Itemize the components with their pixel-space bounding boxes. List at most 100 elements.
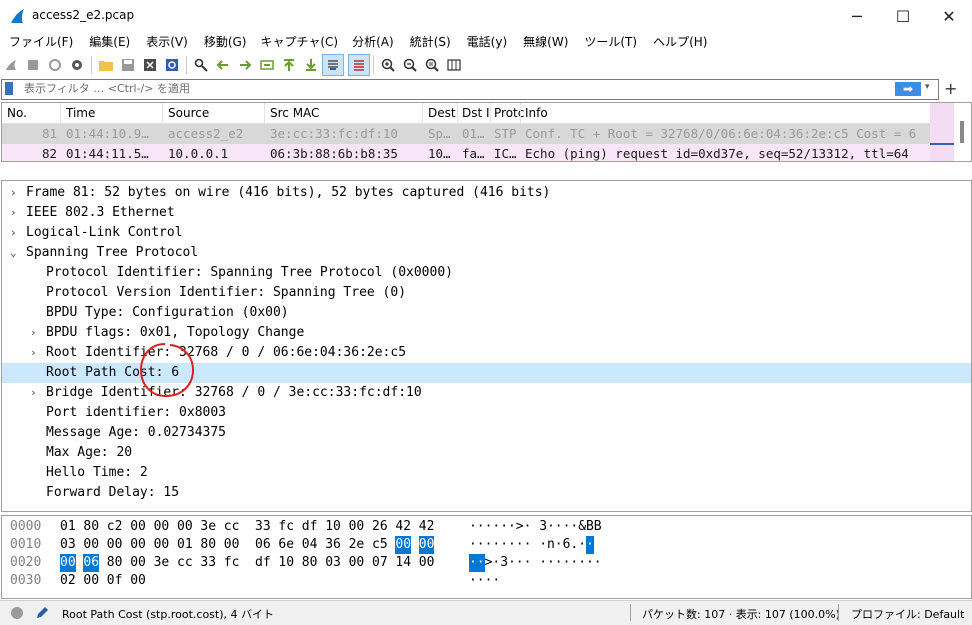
packet-row-81[interactable]: 81 01:44:10.9… access2_e2 3e:cc:33:fc:df… (2, 124, 930, 144)
hex-byte[interactable]: 00 (177, 518, 193, 536)
ascii-char[interactable]: 3 (500, 554, 508, 572)
maximize-button[interactable]: ☐ (880, 0, 926, 32)
hex-byte[interactable]: df (302, 518, 318, 536)
hex-byte[interactable]: 80 (83, 518, 99, 536)
menu-statistics[interactable]: 統計(S) (394, 32, 451, 52)
column-header-src-mac[interactable]: Src MAC (270, 106, 319, 120)
menu-capture[interactable]: キャプチャ(C) (246, 32, 338, 52)
detail-row[interactable]: › BPDU flags: 0x01, Topology Change (2, 323, 971, 343)
hex-byte[interactable]: 42 (419, 518, 435, 536)
ascii-char[interactable]: · (547, 554, 555, 572)
go-last-icon[interactable] (300, 54, 322, 76)
ascii-char[interactable]: · (492, 518, 500, 536)
chevron-right-icon[interactable]: › (10, 183, 17, 203)
detail-row[interactable]: Max Age: 20 (2, 443, 971, 463)
filter-dropdown-icon[interactable]: ▾ (925, 82, 930, 92)
edit-comment-icon[interactable] (34, 605, 50, 621)
hex-byte[interactable]: 00 (83, 536, 99, 554)
menu-go[interactable]: 移動(G) (188, 32, 247, 52)
ascii-char[interactable]: · (586, 554, 594, 572)
column-header-time[interactable]: Time (66, 106, 95, 120)
detail-row[interactable]: Protocol Identifier: Spanning Tree Proto… (2, 263, 971, 283)
hex-byte[interactable]: 42 (395, 518, 411, 536)
ascii-char[interactable]: · (539, 554, 547, 572)
hex-byte[interactable]: 10 (325, 518, 341, 536)
zoom-in-icon[interactable] (377, 54, 399, 76)
ascii-char[interactable]: · (485, 518, 493, 536)
hex-byte[interactable]: 00 (130, 536, 146, 554)
colorize-icon[interactable] (348, 54, 370, 76)
ascii-char[interactable]: · (578, 536, 586, 554)
hex-byte[interactable]: 00 (154, 518, 170, 536)
menu-view[interactable]: 表示(V) (130, 32, 188, 52)
hex-byte[interactable]: 00 (107, 536, 123, 554)
chevron-right-icon[interactable]: › (30, 323, 37, 343)
detail-row[interactable]: › IEEE 802.3 Ethernet (2, 203, 971, 223)
close-button[interactable]: ✕ (926, 0, 972, 32)
hex-byte[interactable]: 00 (154, 536, 170, 554)
resize-columns-icon[interactable] (443, 54, 465, 76)
chevron-right-icon[interactable]: › (10, 203, 17, 223)
go-first-icon[interactable] (278, 54, 300, 76)
ascii-char[interactable]: · (516, 554, 524, 572)
ascii-char[interactable]: · (524, 554, 532, 572)
column-header-no[interactable]: No. (7, 106, 27, 120)
packet-minimap[interactable] (930, 103, 954, 161)
detail-row[interactable]: Message Age: 0.02734375 (2, 423, 971, 443)
ascii-char[interactable]: · (524, 518, 532, 536)
hex-byte[interactable]: 01 (177, 536, 193, 554)
go-forward-icon[interactable] (234, 54, 256, 76)
ascii-char[interactable]: · (492, 572, 500, 590)
ascii-char[interactable]: · (570, 518, 578, 536)
hex-byte[interactable]: cc (177, 554, 193, 572)
bookmark-icon[interactable] (5, 82, 13, 95)
column-divider[interactable] (162, 103, 163, 123)
ascii-char[interactable]: · (555, 536, 563, 554)
ascii-char[interactable]: · (516, 536, 524, 554)
detail-row[interactable]: › Logical-Link Control (2, 223, 971, 243)
detail-row[interactable]: Root Path Cost: 6 (2, 363, 971, 383)
ascii-char[interactable]: · (492, 536, 500, 554)
menu-tools[interactable]: ツール(T) (568, 32, 637, 52)
column-header-dest[interactable]: Dest (428, 106, 456, 120)
detail-row[interactable]: › Root Identifier: 32768 / 0 / 06:6e:04:3… (2, 343, 971, 363)
hex-byte[interactable]: 00 (349, 518, 365, 536)
ascii-char[interactable]: B (586, 518, 594, 536)
hex-byte[interactable]: c2 (107, 518, 123, 536)
column-header-info[interactable]: Info (525, 106, 548, 120)
add-filter-button[interactable]: + (944, 79, 957, 98)
hex-byte[interactable]: 00 (130, 554, 146, 572)
ascii-char[interactable]: · (492, 554, 500, 572)
hex-byte[interactable]: 3e (200, 518, 216, 536)
ascii-char[interactable]: · (563, 554, 571, 572)
restart-capture-icon[interactable] (44, 54, 66, 76)
hex-byte[interactable]: 00 (83, 572, 99, 590)
ascii-char[interactable]: > (485, 554, 493, 572)
menu-edit[interactable]: 編集(E) (73, 32, 130, 52)
hex-byte[interactable]: 26 (372, 518, 388, 536)
hex-byte[interactable]: 80 (302, 554, 318, 572)
ascii-char[interactable]: & (578, 518, 586, 536)
hex-byte[interactable]: df (255, 554, 271, 572)
hex-byte[interactable]: 0f (107, 572, 123, 590)
ascii-char[interactable]: · (469, 554, 477, 572)
ascii-char[interactable]: · (469, 536, 477, 554)
detail-row[interactable]: Port identifier: 0x8003 (2, 403, 971, 423)
chevron-right-icon[interactable]: › (10, 223, 17, 243)
hex-byte[interactable]: 01 (60, 518, 76, 536)
chevron-right-icon[interactable]: › (30, 343, 37, 363)
hex-byte[interactable]: 80 (200, 536, 216, 554)
hex-byte[interactable]: 80 (107, 554, 123, 572)
hex-byte[interactable]: 10 (278, 554, 294, 572)
detail-row[interactable]: › Bridge Identifier: 32768 / 0 / 3e:cc:33… (2, 383, 971, 403)
menu-analyze[interactable]: 分析(A) (338, 32, 394, 52)
hex-byte[interactable]: 00 (60, 554, 76, 572)
minimize-button[interactable]: ─ (834, 0, 880, 32)
column-divider[interactable] (422, 103, 423, 123)
column-divider[interactable] (60, 103, 61, 123)
hex-byte[interactable]: 00 (395, 536, 412, 554)
ascii-char[interactable]: · (508, 554, 516, 572)
zoom-out-icon[interactable] (399, 54, 421, 76)
ascii-char[interactable]: · (555, 518, 563, 536)
ascii-char[interactable]: 6 (563, 536, 571, 554)
